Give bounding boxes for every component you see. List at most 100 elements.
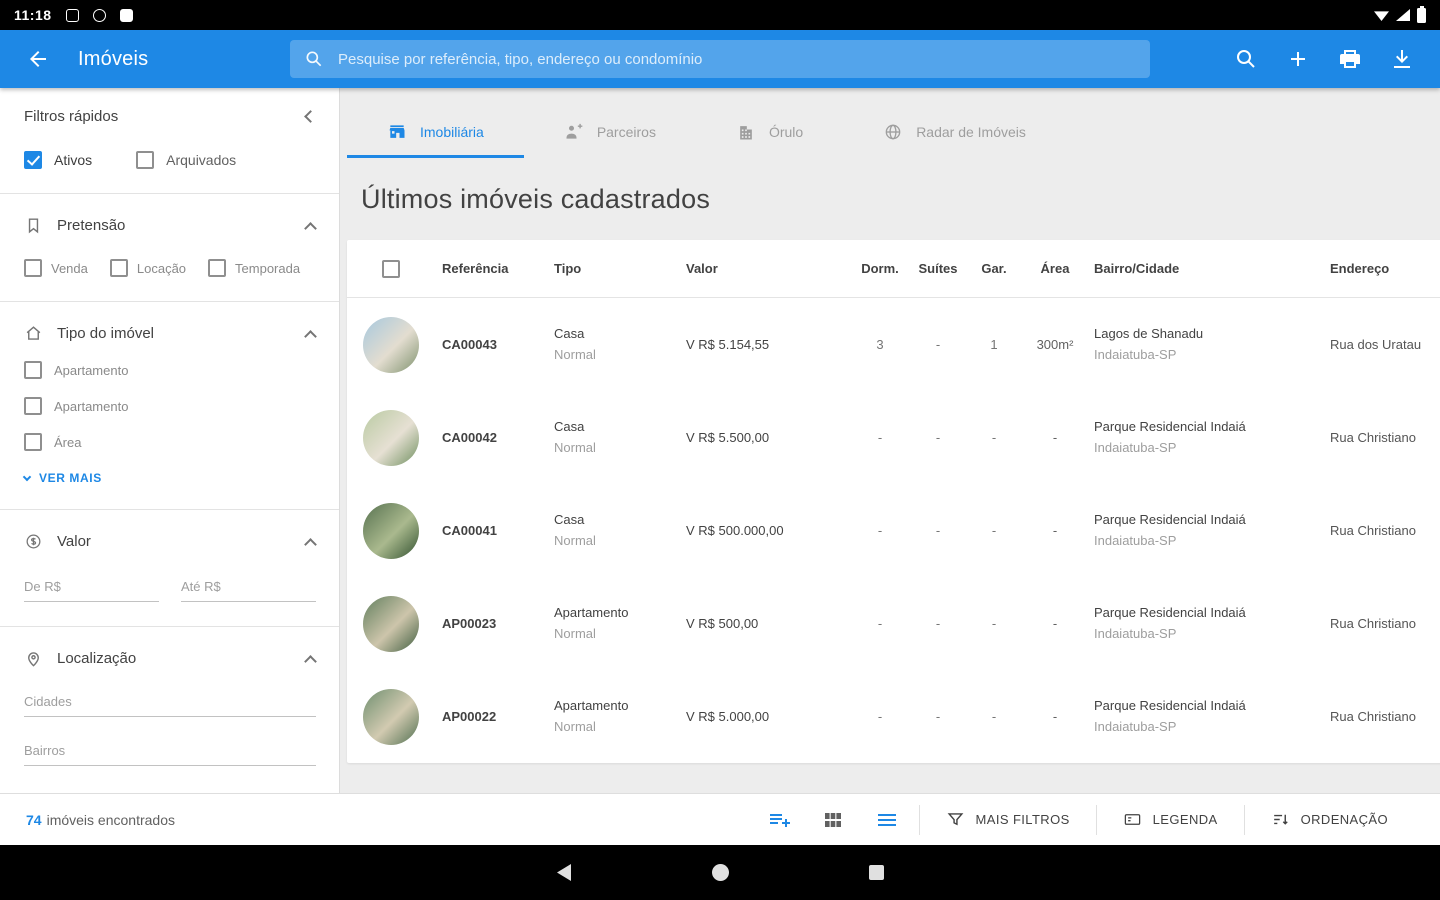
property-suites: - — [935, 523, 941, 538]
property-gar: - — [991, 616, 997, 631]
legend-card-icon — [1124, 814, 1140, 825]
mais-filtros-button[interactable]: MAIS FILTROS — [920, 794, 1096, 846]
property-suites: - — [935, 709, 941, 724]
table-row[interactable]: AP00023 Apartamento Normal V R$ 500,00 - … — [347, 577, 1440, 670]
valor-de-input[interactable] — [24, 575, 159, 602]
property-area: - — [1052, 523, 1058, 538]
notification-icon — [92, 8, 106, 22]
col-dorm: Dorm. — [861, 261, 899, 276]
grid-view-icon — [824, 812, 841, 827]
playlist-add-icon — [769, 813, 790, 827]
search-box[interactable] — [290, 40, 1150, 78]
back-button[interactable] — [24, 45, 52, 73]
house-icon — [26, 326, 41, 340]
sidebar-header[interactable]: Filtros rápidos — [24, 108, 317, 125]
property-cidade: Indaiatuba-SP — [1094, 346, 1177, 362]
option-apartamento-1[interactable]: Apartamento — [24, 361, 315, 379]
property-endereco: Rua Christiano — [1330, 430, 1416, 445]
select-all-checkbox[interactable] — [381, 259, 400, 278]
option-apartamento-2[interactable]: Apartamento — [24, 397, 315, 415]
checkbox-temporada[interactable] — [208, 259, 227, 277]
tab-orulo[interactable]: Órulo — [696, 108, 843, 158]
table-row[interactable]: CA00041 Casa Normal V R$ 500.000,00 - - -… — [347, 484, 1440, 577]
download-button[interactable] — [1388, 45, 1416, 73]
filter-ativos[interactable]: Ativos — [24, 151, 92, 169]
property-gar: - — [991, 523, 997, 538]
property-type: Apartamento — [554, 698, 629, 714]
property-value: V R$ 500,00 — [686, 616, 759, 631]
cidades-input[interactable] — [24, 690, 316, 717]
checkbox-venda[interactable] — [24, 259, 42, 277]
option-venda[interactable]: Venda — [24, 259, 88, 277]
tab-radar-de-imoveis[interactable]: Radar de Imóveis — [843, 108, 1066, 158]
checkbox-arquivados[interactable] — [136, 151, 155, 169]
chevron-up-icon — [304, 654, 317, 668]
table-row[interactable]: CA00043 Casa Normal V R$ 5.154,55 3 - 1 3… — [347, 298, 1440, 391]
filter-arquivados[interactable]: Arquivados — [136, 151, 236, 169]
battery-icon — [1417, 5, 1426, 23]
collapse-sidebar-icon — [304, 110, 317, 123]
table-header: Referência Tipo Valor Dorm. Suítes Gar. … — [347, 240, 1440, 298]
table-row[interactable]: CA00042 Casa Normal V R$ 5.500,00 - - - -… — [347, 391, 1440, 484]
nav-back-button[interactable] — [550, 859, 578, 887]
option-temporada[interactable]: Temporada — [208, 259, 300, 277]
property-gar: 1 — [990, 337, 998, 352]
valor-ate-input[interactable] — [181, 575, 316, 602]
back-triangle-icon — [557, 864, 571, 881]
property-endereco: Rua Christiano — [1330, 523, 1416, 538]
section-title: Últimos imóveis cadastrados — [361, 184, 711, 214]
property-cidade: Indaiatuba-SP — [1094, 439, 1177, 455]
option-area[interactable]: Área — [24, 433, 315, 451]
property-dorm: - — [877, 523, 883, 538]
filters-sidebar: Filtros rápidos Ativos Arquivados Preten… — [0, 88, 340, 793]
search-icon — [1237, 50, 1255, 68]
section-tipo-imovel[interactable]: Tipo do imóvel — [24, 324, 317, 343]
app-bar: Imóveis — [0, 30, 1440, 88]
property-dorm: - — [877, 430, 883, 445]
option-locacao[interactable]: Locação — [109, 259, 186, 277]
property-ref: CA00043 — [442, 337, 497, 352]
property-area: - — [1052, 430, 1058, 445]
checkbox-apartamento-2[interactable] — [24, 397, 42, 415]
chevron-up-icon — [304, 329, 317, 343]
search-action-button[interactable] — [1232, 45, 1260, 73]
col-tipo: Tipo — [554, 261, 582, 276]
sidebar-title: Filtros rápidos — [24, 108, 119, 125]
property-gar: - — [991, 709, 997, 724]
android-status-bar: 11:18 — [0, 0, 1440, 30]
ver-mais-link[interactable]: VER MAIS — [22, 471, 315, 485]
playlist-add-button[interactable] — [765, 806, 793, 834]
recents-square-icon — [868, 865, 884, 880]
checkbox-area[interactable] — [24, 433, 42, 451]
tab-imobiliaria[interactable]: Imobiliária — [347, 108, 524, 158]
property-endereco: Rua Christiano — [1330, 709, 1416, 724]
checkbox-locacao[interactable] — [109, 259, 128, 277]
section-valor[interactable]: Valor — [24, 532, 317, 551]
nav-home-button[interactable] — [706, 859, 734, 887]
section-pretensao[interactable]: Pretensão — [24, 216, 317, 235]
add-property-button[interactable] — [1284, 45, 1312, 73]
wifi-icon — [1374, 11, 1389, 21]
nav-recents-button[interactable] — [862, 859, 890, 887]
grid-view-button[interactable] — [819, 806, 847, 834]
printer-icon — [1340, 50, 1360, 68]
list-view-button[interactable] — [873, 806, 901, 834]
property-area: - — [1052, 616, 1058, 631]
tab-bar: Imobiliária Parceiros Órulo Radar de Imó… — [347, 108, 1440, 158]
search-input[interactable] — [338, 50, 1136, 68]
property-photo — [362, 316, 419, 373]
col-gar: Gar. — [981, 261, 1007, 276]
ordenacao-button[interactable]: ORDENAÇÃO — [1245, 794, 1414, 846]
table-row[interactable]: AP00022 Apartamento Normal V R$ 5.000,00 … — [347, 670, 1440, 763]
property-suites: - — [935, 616, 941, 631]
property-ref: CA00041 — [442, 523, 497, 538]
checkbox-apartamento-1[interactable] — [24, 361, 42, 379]
checkbox-ativos[interactable] — [24, 151, 42, 169]
legenda-button[interactable]: LEGENDA — [1097, 794, 1244, 846]
divider — [0, 301, 339, 302]
property-subtype: Normal — [554, 439, 596, 455]
section-localizacao[interactable]: Localização — [24, 649, 317, 668]
print-button[interactable] — [1336, 45, 1364, 73]
bairros-input[interactable] — [24, 739, 316, 766]
tab-parceiros[interactable]: Parceiros — [524, 108, 696, 158]
